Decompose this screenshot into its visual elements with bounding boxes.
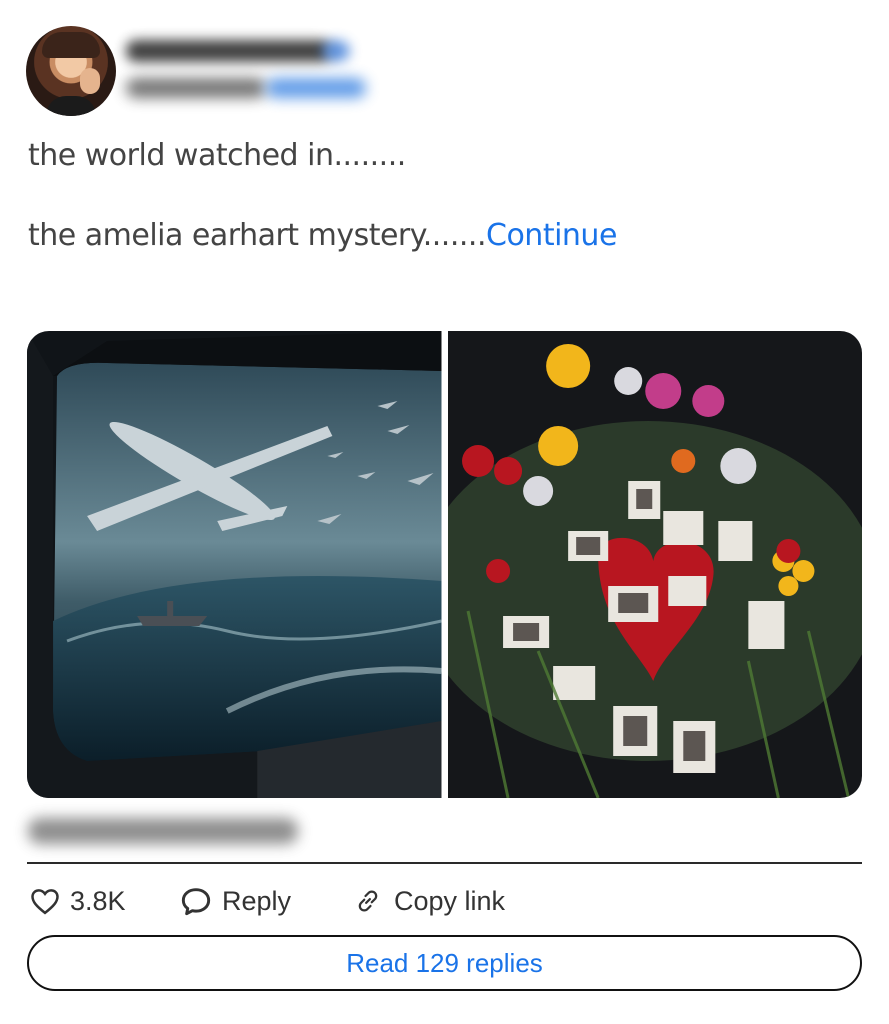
- avatar[interactable]: [26, 26, 116, 116]
- author-name-redacted[interactable]: [126, 40, 331, 62]
- post-header: [26, 26, 866, 118]
- copy-link-label: Copy link: [394, 885, 506, 916]
- like-button[interactable]: 3.8K: [30, 880, 126, 922]
- action-bar: 3.8K Reply Copy link: [30, 880, 860, 922]
- read-replies-button[interactable]: Read 129 replies: [27, 935, 862, 991]
- reply-button[interactable]: Reply: [180, 880, 291, 922]
- speech-bubble-icon: [180, 886, 212, 916]
- post-text-line-1: the world watched in........: [28, 138, 406, 173]
- post-text-line-2-body: the amelia earhart mystery.......: [28, 218, 487, 253]
- like-count: 3.8K: [70, 885, 126, 916]
- reply-label: Reply: [222, 885, 292, 916]
- airplanes-over-stormy-sea-image[interactable]: [27, 331, 442, 798]
- post-text-line-2: the amelia earhart mystery.......Continu…: [28, 218, 617, 253]
- author-handle-redacted[interactable]: [126, 78, 266, 98]
- media-grid: [27, 331, 862, 798]
- divider: [27, 862, 862, 864]
- timestamp-redacted: [28, 818, 298, 844]
- memorial-flowers-and-photos-image[interactable]: [447, 331, 862, 798]
- continue-link[interactable]: Continue: [486, 218, 617, 253]
- follow-link-redacted[interactable]: [266, 78, 366, 98]
- heart-icon: [30, 887, 60, 915]
- copy-link-button[interactable]: Copy link: [352, 880, 505, 922]
- verified-badge-redacted: [322, 40, 350, 62]
- link-icon: [352, 886, 384, 916]
